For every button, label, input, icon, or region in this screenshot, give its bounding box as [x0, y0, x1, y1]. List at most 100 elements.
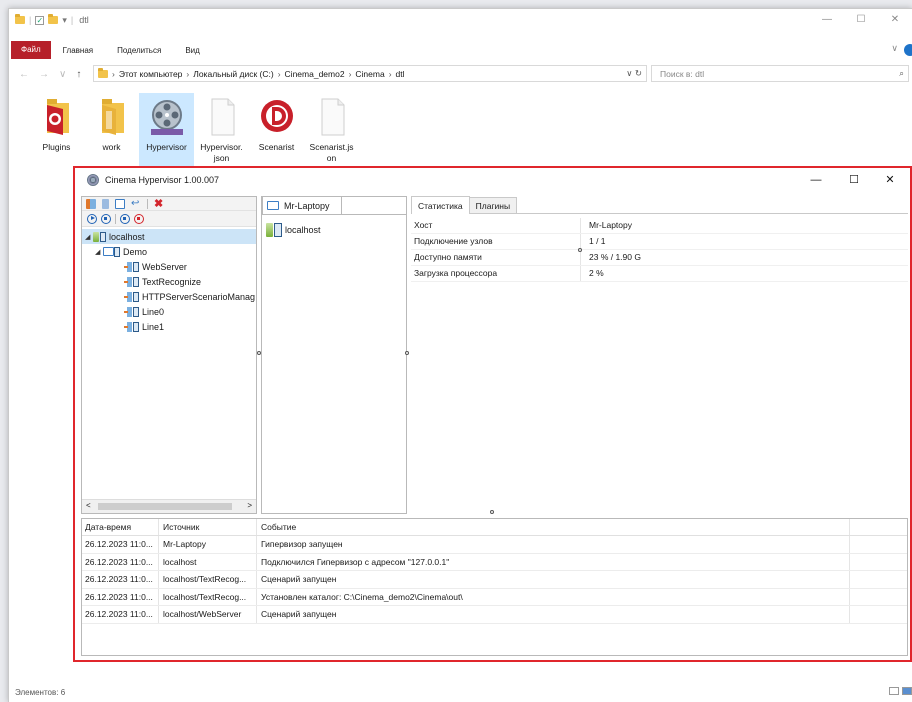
scenario-icon	[124, 291, 132, 302]
table-row[interactable]: 26.12.2023 11:0... localhost/WebServer С…	[82, 606, 907, 624]
customize-dropdown-icon[interactable]: ▾	[62, 15, 67, 26]
tab-share[interactable]: Поделиться	[105, 46, 173, 55]
new-folder-icon[interactable]	[48, 14, 59, 24]
close-button[interactable]: ✕	[872, 168, 908, 192]
tree-node-scenario[interactable]: WebServer	[82, 259, 256, 274]
details-view-icon[interactable]	[889, 687, 899, 695]
help-icon[interactable]	[904, 44, 912, 56]
cell-source: localhost/TextRecog...	[159, 588, 257, 605]
file-list: Plugins work Hypervisor Hypervisor. json…	[29, 93, 359, 169]
tree-node-scenario[interactable]: Line1	[82, 319, 256, 334]
breadcrumb-separator: ›	[112, 68, 115, 79]
hosts-tree-pane: ↩ ✖ ◢ localhost ◢ Demo WebServer TextRec…	[81, 196, 257, 514]
table-row[interactable]: 26.12.2023 11:0... localhost/TextRecog..…	[82, 571, 907, 589]
tab-file[interactable]: Файл	[11, 41, 51, 59]
column-splitter-handle[interactable]	[578, 248, 582, 252]
add-node-icon[interactable]	[102, 198, 109, 209]
blank-file-icon	[204, 97, 240, 137]
stat-key: Загрузка процессора	[411, 266, 581, 281]
breadcrumb-item[interactable]: dtl	[396, 69, 405, 79]
recent-dropdown-icon[interactable]: ∨	[59, 69, 66, 80]
undo-icon[interactable]: ↩	[131, 198, 141, 209]
tab-plugins[interactable]: Плагины	[468, 197, 518, 213]
horizontal-scrollbar[interactable]: < >	[82, 499, 256, 513]
file-item-hypervisor[interactable]: Hypervisor	[139, 93, 194, 169]
add-folder-icon[interactable]	[115, 198, 125, 209]
delete-icon[interactable]: ✖	[154, 197, 163, 210]
tree-node-scenario[interactable]: HTTPServerScenarioManag	[82, 289, 256, 304]
tree-node-label: WebServer	[142, 261, 187, 272]
maximize-button[interactable]: ☐	[844, 9, 878, 31]
file-item-plugins[interactable]: Plugins	[29, 93, 84, 169]
breadcrumb-separator: ›	[348, 68, 352, 79]
tree-node-demo[interactable]: ◢ Demo	[82, 244, 256, 259]
file-item-scenarist[interactable]: Scenarist	[249, 93, 304, 169]
splitter-handle[interactable]	[490, 510, 494, 514]
tree-node-scenario[interactable]: TextRecognize	[82, 274, 256, 289]
folder-icon[interactable]	[15, 14, 25, 24]
file-item-work[interactable]: work	[84, 93, 139, 169]
event-log-table: Дата-время Источник Событие 26.12.2023 1…	[81, 518, 908, 656]
splitter-handle[interactable]	[405, 351, 409, 355]
stop-all-icon[interactable]	[120, 213, 130, 224]
add-scenario-icon[interactable]	[86, 198, 96, 209]
search-input[interactable]: Поиск в: dtl ⌕	[651, 65, 909, 82]
tab-statistics[interactable]: Статистика	[411, 196, 470, 214]
stat-value: 23 % / 1.90 G	[589, 252, 641, 262]
tab-host[interactable]: Mr-Laptopy	[262, 196, 342, 214]
minimize-button[interactable]: —	[810, 9, 844, 31]
forward-icon[interactable]: →	[39, 69, 49, 80]
statistics-table: Хост Mr-Laptopy Подключение узлов 1 / 1 …	[411, 218, 908, 282]
stat-value: 1 / 1	[589, 236, 606, 246]
refresh-icon[interactable]: ∨ ↻	[626, 68, 642, 79]
tree-node-label: TextRecognize	[142, 276, 202, 287]
column-header[interactable]: Источник	[159, 519, 257, 535]
record-icon[interactable]	[134, 213, 144, 224]
scroll-right-icon[interactable]: >	[247, 501, 252, 510]
column-header[interactable]: Дата-время	[82, 519, 159, 535]
large-icons-view-icon[interactable]	[902, 687, 912, 695]
status-icon	[133, 291, 139, 302]
close-button[interactable]: ✕	[878, 9, 912, 31]
table-row[interactable]: 26.12.2023 11:0... localhost Подключился…	[82, 553, 907, 571]
minimize-button[interactable]: —	[798, 168, 834, 192]
expand-ribbon-icon[interactable]: ∨	[891, 43, 898, 54]
start-icon[interactable]	[87, 213, 97, 224]
scroll-left-icon[interactable]: <	[86, 501, 91, 510]
properties-icon[interactable]: ✓	[35, 15, 45, 25]
back-icon[interactable]: ←	[19, 69, 29, 80]
column-header[interactable]: Событие	[257, 519, 850, 535]
separator: |	[70, 15, 74, 25]
scroll-thumb[interactable]	[98, 503, 232, 510]
file-item-hypervisor-json[interactable]: Hypervisor. json	[194, 93, 249, 169]
up-icon[interactable]: ↑	[76, 69, 81, 80]
breadcrumb-item[interactable]: Этот компьютер	[119, 69, 183, 79]
tree-node-label: Line0	[142, 306, 165, 317]
folder-icon	[267, 201, 279, 210]
tab-view[interactable]: Вид	[173, 46, 211, 55]
cell-datetime: 26.12.2023 11:0...	[82, 553, 159, 570]
stat-key: Подключение узлов	[411, 234, 581, 249]
breadcrumb-item[interactable]: Локальный диск (C:)	[193, 69, 273, 79]
breadcrumb-item[interactable]: Cinema	[355, 69, 384, 79]
table-row[interactable]: 26.12.2023 11:0... Mr-Laptopy Гипервизор…	[82, 536, 907, 554]
table-header: Дата-время Источник Событие	[82, 519, 907, 536]
tree-node-localhost[interactable]: ◢ localhost	[82, 229, 256, 244]
list-item-localhost[interactable]: localhost	[266, 223, 321, 237]
item-count: Элементов: 6	[15, 688, 66, 697]
stop-icon[interactable]	[101, 213, 111, 224]
address-bar[interactable]: › Этот компьютер › Локальный диск (C:) ›…	[93, 65, 647, 82]
breadcrumb-item[interactable]: Cinema_demo2	[285, 69, 345, 79]
file-item-scenarist-json[interactable]: Scenarist.js on	[304, 93, 359, 169]
scenario-icon	[124, 261, 132, 272]
tab-home[interactable]: Главная	[51, 46, 105, 55]
table-row[interactable]: 26.12.2023 11:0... localhost/TextRecog..…	[82, 588, 907, 606]
collapse-icon[interactable]: ◢	[85, 233, 93, 241]
maximize-button[interactable]: ☐	[836, 168, 872, 192]
host-icon	[274, 223, 282, 237]
cell-datetime: 26.12.2023 11:0...	[82, 606, 159, 623]
cell-event: Установлен каталог: C:\Cinema_demo2\Cine…	[257, 588, 850, 605]
cell-source: Mr-Laptopy	[159, 536, 257, 553]
collapse-icon[interactable]: ◢	[95, 248, 103, 256]
tree-node-scenario[interactable]: Line0	[82, 304, 256, 319]
